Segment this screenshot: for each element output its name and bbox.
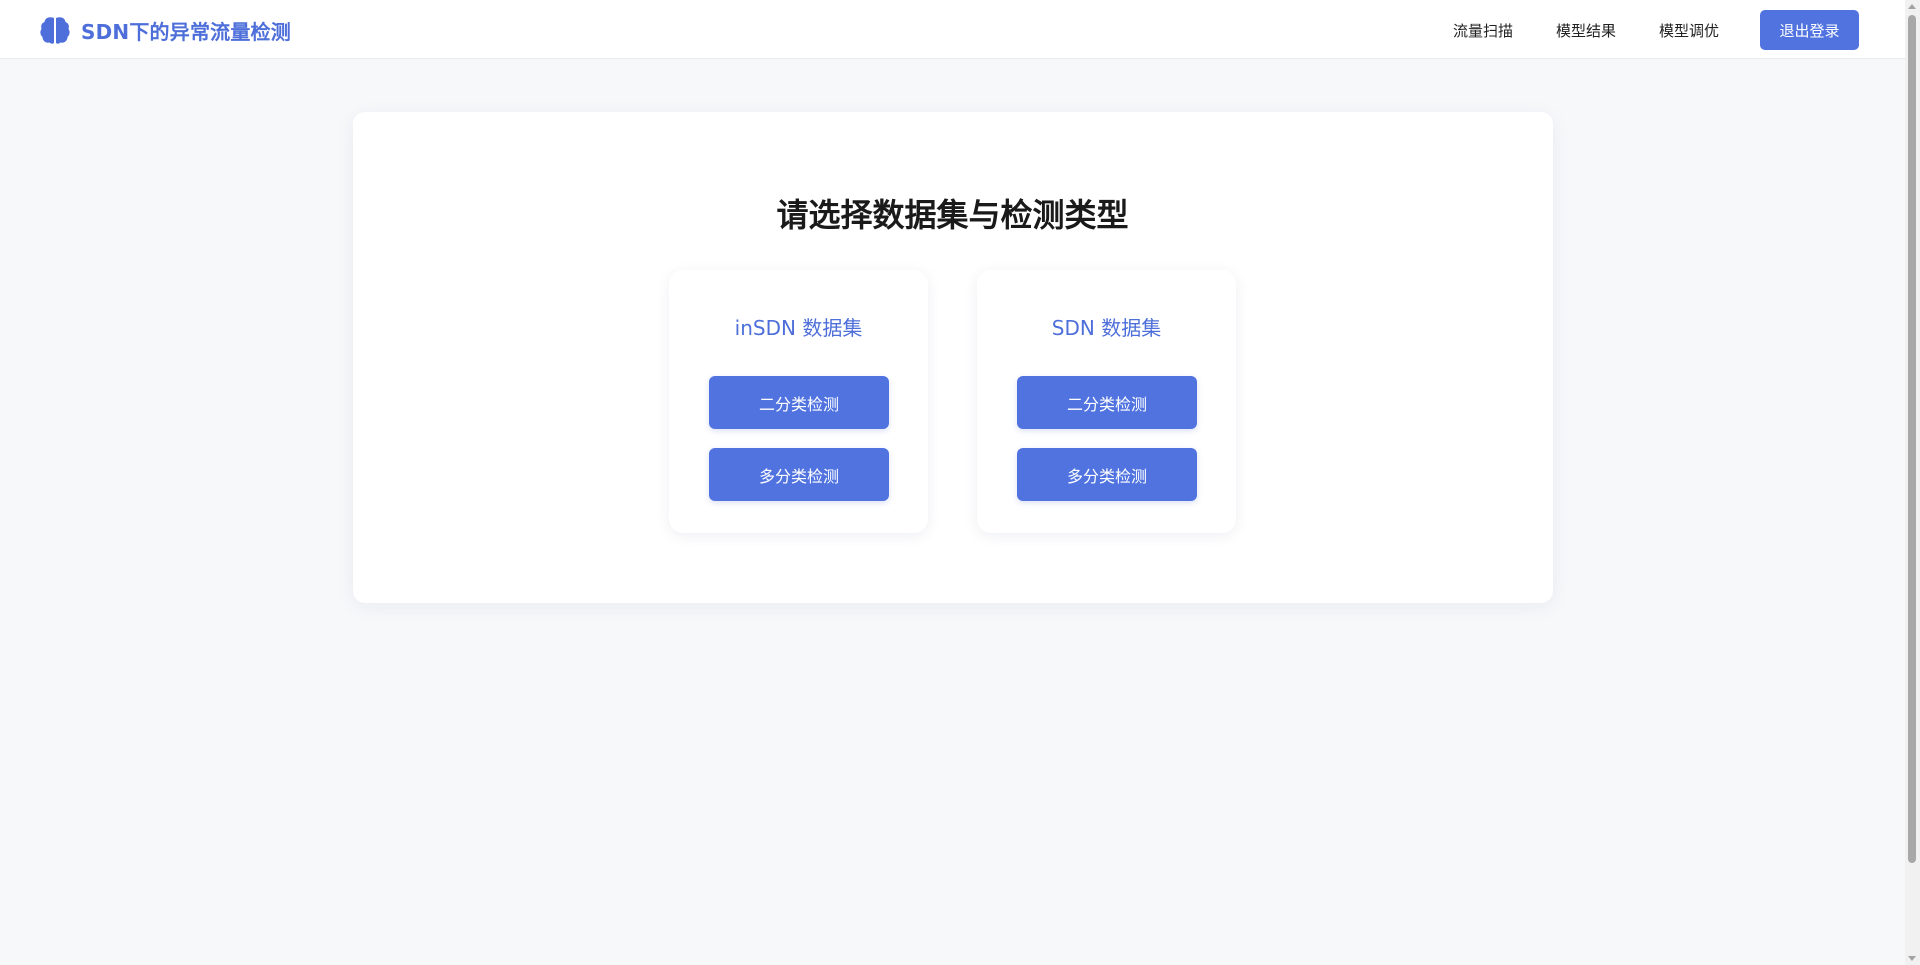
scrollbar-thumb[interactable]: [1908, 15, 1916, 863]
insdn-multi-detect-button[interactable]: 多分类检测: [709, 448, 889, 501]
scroll-up-icon[interactable]: [1908, 4, 1916, 9]
nav-links: 流量扫描 模型结果 模型调优 退出登录: [1410, 10, 1859, 50]
brain-icon: [40, 17, 70, 44]
sdn-multi-detect-button[interactable]: 多分类检测: [1017, 448, 1197, 501]
dataset-title: inSDN 数据集: [734, 316, 863, 340]
top-navbar: SDN下的异常流量检测 流量扫描 模型结果 模型调优 退出登录: [0, 0, 1905, 59]
page-title: 请选择数据集与检测类型: [776, 196, 1129, 234]
insdn-binary-detect-button[interactable]: 二分类检测: [709, 376, 889, 429]
sdn-binary-detect-button[interactable]: 二分类检测: [1017, 376, 1197, 429]
nav-traffic-scan[interactable]: 流量扫描: [1453, 20, 1513, 41]
dataset-title: SDN 数据集: [1051, 316, 1162, 340]
dataset-card-insdn: inSDN 数据集 二分类检测 多分类检测: [669, 270, 928, 533]
nav-model-tuning[interactable]: 模型调优: [1659, 20, 1719, 41]
logout-button[interactable]: 退出登录: [1760, 10, 1859, 50]
dataset-card-sdn: SDN 数据集 二分类检测 多分类检测: [977, 270, 1236, 533]
nav-model-results[interactable]: 模型结果: [1556, 20, 1616, 41]
brand[interactable]: SDN下的异常流量检测: [39, 14, 291, 46]
vertical-scrollbar[interactable]: [1905, 0, 1920, 965]
main-panel: [353, 112, 1553, 603]
scroll-down-icon[interactable]: [1908, 956, 1916, 961]
brand-title: SDN下的异常流量检测: [81, 19, 291, 44]
